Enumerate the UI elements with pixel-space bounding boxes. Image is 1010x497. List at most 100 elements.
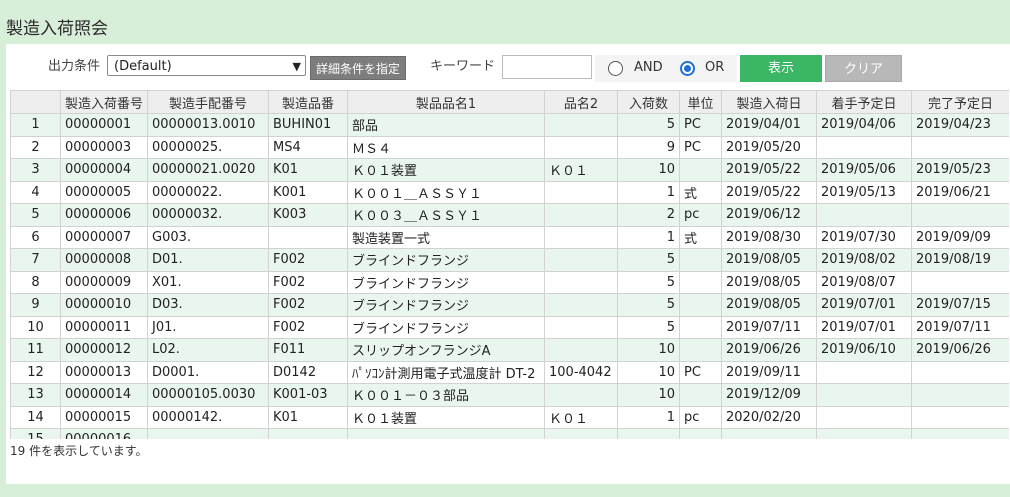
table-cell: F002 (268, 315, 348, 339)
table-cell (268, 428, 348, 439)
col-header-receipt-date[interactable]: 製造入荷日 (721, 90, 817, 114)
table-cell: 10 (617, 338, 680, 362)
table-cell (721, 428, 817, 439)
col-header-part-no[interactable]: 製造品番 (268, 90, 348, 114)
table-cell: D0001. (147, 360, 269, 384)
table-cell: 5 (617, 248, 680, 272)
table-cell: 9 (10, 293, 61, 317)
col-header-finish-date[interactable]: 完了予定日 (911, 90, 1009, 114)
table-header-row: 製造入荷番号 製造手配番号 製造品番 製品品名1 品名2 入荷数 単位 製造入荷… (10, 90, 1009, 114)
table-cell: ﾊﾟｿｺﾝ計測用電子式温度計 DT-2 (347, 360, 545, 384)
detail-condition-button[interactable]: 詳細条件を指定 (310, 56, 406, 80)
table-row[interactable]: 4 00000005 00000022. K001 Ｋ００１＿ＡＳＳＹ１ 1 式 2019/0… (10, 180, 1009, 204)
table-row[interactable]: 1500000016 (10, 428, 1009, 439)
table-cell: 2019/08/05 (721, 248, 817, 272)
table-cell (679, 248, 722, 272)
output-condition-value: (Default) (114, 59, 172, 74)
col-header-start-date[interactable]: 着手予定日 (816, 90, 912, 114)
radio-or[interactable] (680, 61, 695, 76)
table-cell: ブラインドフランジ (347, 315, 545, 339)
table-cell: 14 (10, 405, 61, 429)
table-row[interactable]: 6 00000007 G003. 製造装置一式 1 式 2019/08/30 2019/07/… (10, 225, 1009, 249)
table-cell (679, 270, 722, 294)
table-cell: 2019/05/20 (721, 135, 817, 159)
table-row[interactable]: 7 00000008 D01. F002 ブラインドフランジ 5 2019/08/05 201… (10, 248, 1009, 272)
table-cell: 2019/05/22 (721, 180, 817, 204)
table-cell: PC (679, 113, 722, 137)
table-cell: 2019/08/05 (721, 293, 817, 317)
table-cell: Ｋ０１ (544, 405, 618, 429)
col-header-product-name2[interactable]: 品名2 (544, 90, 618, 114)
table-cell: 00000009 (60, 270, 148, 294)
output-condition-select[interactable]: (Default) ▼ (107, 55, 306, 76)
table-cell: 2019/07/01 (816, 315, 912, 339)
table-row[interactable]: 12 00000013 D0001. D0142 ﾊﾟｿｺﾝ計測用電子式温度計 DT-2… (10, 360, 1009, 384)
table-cell: 式 (679, 225, 722, 249)
table-cell: 00000105.0030 (147, 383, 269, 407)
table-cell: PC (679, 135, 722, 159)
table-cell: 00000008 (60, 248, 148, 272)
table-cell: X01. (147, 270, 269, 294)
table-cell: 2019/08/19 (911, 248, 1009, 272)
clear-button[interactable]: クリア (825, 55, 902, 82)
col-header-receipt-no[interactable]: 製造入荷番号 (60, 90, 148, 114)
col-header-product-name1[interactable]: 製品品名1 (347, 90, 545, 114)
table-cell: ブラインドフランジ (347, 270, 545, 294)
table-row[interactable]: 1 00000001 00000013.0010 BUHIN01 部品 5 PC 2019/0… (10, 113, 1009, 137)
table-cell (544, 293, 618, 317)
table-cell: 1 (617, 405, 680, 429)
table-cell (679, 158, 722, 182)
page-title: 製造入荷照会 (6, 19, 108, 39)
table-row[interactable]: 14 00000015 00000142. K01 Ｋ０１装置 Ｋ０１ 1 pc 2020/02… (10, 405, 1009, 429)
table-row[interactable]: 11 00000012 L02. F011 スリップオンフランジA 10 2019/06/2… (10, 338, 1009, 362)
table-cell: 00000005 (60, 180, 148, 204)
table-cell: 00000025. (147, 135, 269, 159)
table-cell: 2019/08/05 (721, 270, 817, 294)
table-cell: K01 (268, 405, 348, 429)
table-cell: 00000022. (147, 180, 269, 204)
radio-and[interactable] (608, 61, 623, 76)
table-cell: スリップオンフランジA (347, 338, 545, 362)
table-cell: G003. (147, 225, 269, 249)
table-cell: 00000013 (60, 360, 148, 384)
table-row[interactable]: 5 00000006 00000032. K003 Ｋ００３＿ＡＳＳＹ１ 2 pc 2019/… (10, 203, 1009, 227)
table-cell: 00000004 (60, 158, 148, 182)
table-cell (679, 383, 722, 407)
col-header-quantity[interactable]: 入荷数 (617, 90, 680, 114)
table-cell: 5 (617, 270, 680, 294)
table-cell: 2019/04/23 (911, 113, 1009, 137)
col-header-unit[interactable]: 単位 (679, 90, 722, 114)
table-row[interactable]: 2 00000003 00000025. MS4 ＭＳ４ 9 PC 2019/05/20 (10, 135, 1009, 159)
table-cell: MS4 (268, 135, 348, 159)
table-cell: 10 (617, 383, 680, 407)
table-cell: 2019/07/15 (911, 293, 1009, 317)
table-cell: 2019/06/26 (911, 338, 1009, 362)
table-cell: 2019/09/11 (721, 360, 817, 384)
show-button[interactable]: 表示 (740, 55, 822, 82)
table-cell: pc (679, 203, 722, 227)
table-cell: Ｋ００３＿ＡＳＳＹ１ (347, 203, 545, 227)
table-row[interactable]: 3 00000004 00000021.0020 K01 Ｋ０１装置 Ｋ０１ 10 2019/… (10, 158, 1009, 182)
table-cell: 9 (617, 135, 680, 159)
table-cell: 8 (10, 270, 61, 294)
table-cell: K01 (268, 158, 348, 182)
table-cell: D01. (147, 248, 269, 272)
table-row[interactable]: 10 00000011 J01. F002 ブラインドフランジ 5 2019/07/11 20… (10, 315, 1009, 339)
table-cell (911, 405, 1009, 429)
table-cell: 2019/09/09 (911, 225, 1009, 249)
table-row[interactable]: 8 00000009 X01. F002 ブラインドフランジ 5 2019/08/05 201… (10, 270, 1009, 294)
table-cell (544, 113, 618, 137)
table-cell: 00000007 (60, 225, 148, 249)
table-row[interactable]: 13 00000014 00000105.0030 K001-03 Ｋ００１－０３部品 1… (10, 383, 1009, 407)
radio-or-label: OR (705, 60, 725, 75)
table-row[interactable]: 9 00000010 D03. F002 ブラインドフランジ 5 2019/08/05 201… (10, 293, 1009, 317)
table-cell (816, 360, 912, 384)
table-cell: 5 (617, 315, 680, 339)
table-cell (816, 405, 912, 429)
table-cell (816, 203, 912, 227)
table-cell: 00000003 (60, 135, 148, 159)
table-cell: 10 (617, 158, 680, 182)
keyword-input[interactable] (502, 55, 592, 79)
table-cell: 2019/07/30 (816, 225, 912, 249)
col-header-order-no[interactable]: 製造手配番号 (147, 90, 269, 114)
